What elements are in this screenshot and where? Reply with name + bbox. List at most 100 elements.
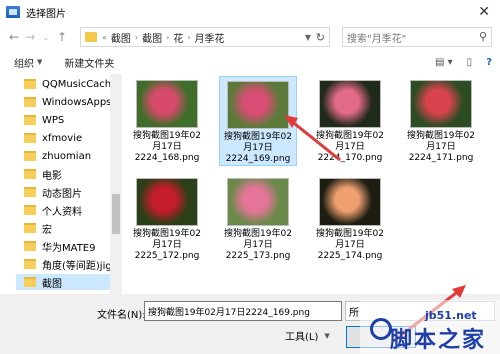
sidebar-item-label: WindowsApps	[42, 96, 112, 108]
organize-label: 组织	[14, 58, 34, 70]
sidebar-item-label: 华为MATE9	[42, 242, 96, 254]
chevron-right-icon[interactable]: ›	[166, 33, 169, 42]
watermark-text: 脚本之家	[390, 327, 487, 353]
image-thumbnail	[227, 81, 289, 129]
tools-button[interactable]: 工具(L) ▼	[285, 328, 330, 344]
back-arrow-icon[interactable]: ←	[6, 30, 22, 44]
folder-icon	[24, 241, 36, 251]
address-bar[interactable]: « 截图 › 截图 › 花 › 月季花 ▼ ↻	[80, 27, 330, 47]
watermark-url: jb51.net	[425, 309, 477, 322]
file-item[interactable]: 搜狗截图19年02 月17日 2224_171.png	[402, 76, 480, 164]
folder-icon	[24, 133, 36, 143]
sidebar-item[interactable]: zhuomian	[24, 148, 91, 164]
forward-arrow-icon[interactable]: →	[22, 30, 38, 44]
breadcrumb-item[interactable]: 截图	[111, 30, 131, 45]
filetype-value: 所	[349, 307, 359, 319]
image-thumbnail	[136, 178, 198, 226]
title-bar: 选择图片 ✕	[0, 0, 500, 24]
new-folder-label: 新建文件夹	[64, 58, 115, 70]
filename-label: 文件名(N):	[97, 310, 146, 321]
recent-dropdown-icon[interactable]: ⌄	[38, 33, 54, 42]
sidebar-item[interactable]: WindowsApps	[24, 94, 111, 110]
breadcrumb-item[interactable]: 月季花	[195, 30, 225, 45]
sidebar-item-label: 角度(等间距)jig	[42, 260, 112, 272]
sidebar-item[interactable]: WPS	[24, 112, 64, 128]
file-item[interactable]: 搜狗截图19年02 月17日 2224_170.png	[311, 76, 389, 164]
filename-value: 搜狗截图19年02月17日2224_169.png	[148, 307, 310, 318]
folder-icon	[24, 205, 36, 215]
preview-pane-icon[interactable]: ▯	[467, 57, 473, 68]
view-options-icon[interactable]: ▤ ▾	[435, 57, 453, 68]
folder-icon	[24, 169, 36, 179]
overflow-chevron-icon[interactable]: «	[102, 33, 107, 42]
file-item[interactable]: 搜狗截图19年02 月17日 2224_169.png	[219, 76, 297, 166]
close-icon[interactable]: ✕	[478, 4, 490, 20]
search-icon[interactable]: ⚲	[479, 30, 487, 43]
sidebar-item-label: QQMusicCache	[42, 78, 118, 90]
file-list: 搜狗截图19年02 月17日 2224_168.png 搜狗截图19年02 月17…	[124, 74, 500, 294]
image-thumbnail	[410, 80, 472, 128]
image-thumbnail	[136, 80, 198, 128]
sidebar-item[interactable]: 宏	[24, 220, 52, 236]
address-dropdown-icon[interactable]: ▼	[305, 33, 311, 42]
sidebar-item[interactable]: 动态图片	[24, 184, 82, 200]
file-name: 搜狗截图19年02 月17日 2225_174.png	[316, 229, 384, 261]
folder-icon	[24, 79, 36, 89]
folder-icon	[24, 223, 36, 233]
sidebar-item[interactable]: 截图	[16, 274, 122, 290]
tools-label: 工具(L)	[285, 332, 319, 343]
caret-down-icon: ▼	[37, 58, 43, 66]
search-placeholder: 搜索"月季花"	[347, 33, 407, 45]
breadcrumb-item[interactable]: 截图	[142, 30, 162, 45]
file-item[interactable]: 搜狗截图19年02 月17日 2225_174.png	[311, 174, 389, 262]
file-item[interactable]: 搜狗截图19年02 月17日 2224_168.png	[128, 76, 206, 164]
file-name: 搜狗截图19年02 月17日 2225_173.png	[224, 229, 292, 261]
sidebar-item-label: zhuomian	[42, 150, 92, 162]
folder-icon	[24, 187, 36, 197]
file-item[interactable]: 搜狗截图19年02 月17日 2225_173.png	[219, 174, 297, 262]
search-input[interactable]: 搜索"月季花" ⚲	[342, 27, 492, 47]
file-name: 搜狗截图19年02 月17日 2224_171.png	[407, 131, 475, 163]
sidebar-item-label: 截图	[42, 278, 62, 290]
refresh-icon[interactable]: ↻	[316, 31, 325, 44]
navigation-bar: ← → ⌄ ↑ « 截图 › 截图 › 花 › 月季花 ▼ ↻ 搜索"月季花" …	[0, 24, 500, 50]
new-folder-button[interactable]: 新建文件夹	[64, 55, 114, 70]
chevron-right-icon[interactable]: ›	[135, 33, 138, 42]
scrollbar-thumb[interactable]	[112, 194, 120, 234]
navigation-pane: QQMusicCache WindowsApps WPS xfmovie zhuomia…	[0, 74, 124, 294]
image-thumbnail	[319, 80, 381, 128]
file-name: 搜狗截图19年02 月17日 2224_170.png	[316, 131, 384, 163]
sidebar-item[interactable]: 电影	[24, 166, 62, 182]
image-thumbnail	[227, 178, 289, 226]
command-toolbar: 组织 ▼ 新建文件夹 ▤ ▾ ▯ ?	[0, 50, 500, 74]
sidebar-item[interactable]: QQMusicCache	[24, 76, 117, 92]
watermark-logo	[370, 318, 392, 340]
sidebar-item[interactable]: 角度(等间距)jig	[24, 256, 112, 272]
folder-icon	[24, 151, 36, 161]
sidebar-scrollbar[interactable]	[110, 74, 122, 294]
up-arrow-icon[interactable]: ↑	[54, 30, 70, 44]
sidebar-item-label: WPS	[42, 114, 65, 126]
breadcrumb-item[interactable]: 花	[173, 30, 183, 45]
file-name: 搜狗截图19年02 月17日 2225_172.png	[133, 229, 201, 261]
app-icon	[6, 6, 20, 18]
help-icon[interactable]: ?	[486, 57, 492, 68]
sidebar-item[interactable]: 华为MATE9	[24, 238, 95, 254]
sidebar-item-label: 宏	[42, 224, 52, 236]
sidebar-item-label: 电影	[42, 170, 62, 182]
folder-icon	[24, 97, 36, 107]
caret-down-icon: ▼	[324, 331, 330, 340]
sidebar-item[interactable]: 个人资料	[24, 202, 82, 218]
file-item[interactable]: 搜狗截图19年02 月17日 2225_172.png	[128, 174, 206, 262]
file-name: 搜狗截图19年02 月17日 2224_169.png	[224, 132, 292, 164]
organize-button[interactable]: 组织 ▼	[14, 55, 42, 70]
chevron-right-icon[interactable]: ›	[187, 33, 190, 42]
folder-icon	[24, 277, 36, 287]
file-name: 搜狗截图19年02 月17日 2224_168.png	[133, 131, 201, 163]
filename-input[interactable]: 搜狗截图19年02月17日2224_169.png	[144, 301, 342, 321]
folder-icon	[24, 259, 36, 269]
sidebar-item[interactable]: xfmovie	[24, 130, 82, 146]
sidebar-item-label: 个人资料	[42, 206, 82, 218]
folder-icon	[24, 115, 36, 125]
sidebar-item-label: 动态图片	[42, 188, 82, 200]
